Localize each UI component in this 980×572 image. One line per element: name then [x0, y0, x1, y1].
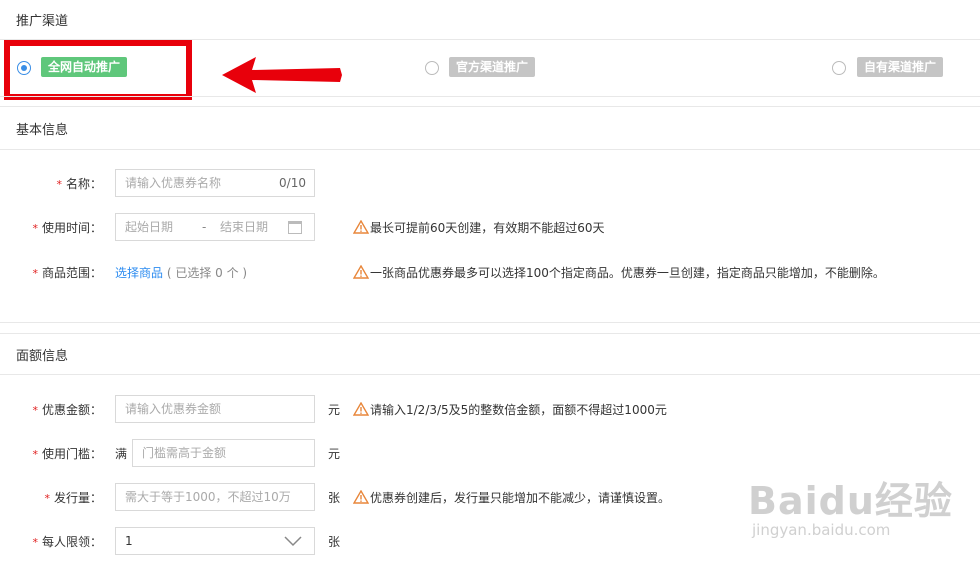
chevron-down-icon [284, 536, 302, 547]
divider [0, 374, 980, 375]
section-title-value: 面额信息 [16, 349, 69, 364]
name-label: * 名称： [56, 177, 102, 191]
threshold-prefix: 满 [115, 447, 128, 461]
time-hint: 最长可提前60天创建，有效期不能超过60天 [353, 219, 605, 236]
warning-icon [353, 490, 369, 504]
warning-icon [353, 402, 369, 416]
scope-label: * 商品范围： [32, 266, 102, 280]
section-title-basic: 基本信息 [16, 123, 69, 138]
name-input[interactable]: 请输入优惠券名称 0/10 [115, 169, 315, 197]
amount-hint: 请输入1/2/3/5及5的整数倍金额，面额不得超过1000元 [353, 401, 667, 418]
divider [0, 96, 980, 97]
baidu-watermark: Baidu经验 jingyan.baidu.com [748, 479, 953, 539]
highlight-box [4, 40, 192, 100]
tag-channel-own[interactable]: 自有渠道推广 [857, 57, 944, 77]
threshold-unit: 元 [328, 447, 341, 461]
calendar-icon[interactable] [288, 221, 302, 234]
divider [0, 322, 980, 323]
select-products-link[interactable]: 选择商品 [115, 266, 163, 280]
name-char-count: 0/10 [279, 176, 306, 190]
amount-unit: 元 [328, 403, 341, 417]
end-date[interactable]: 结束日期 [220, 214, 268, 240]
warning-icon [353, 220, 369, 234]
radio-channel-official[interactable] [425, 61, 439, 75]
scope-value: 选择商品 ( 已选择 0 个 ) [115, 264, 247, 281]
quantity-label: * 发行量： [44, 491, 102, 505]
scope-hint: 一张商品优惠券最多可以选择100个指定商品。优惠券一旦创建，指定商品只能增加，不… [353, 264, 885, 281]
start-date[interactable]: 起始日期 [125, 220, 173, 234]
divider [0, 333, 980, 334]
threshold-input[interactable]: 门槛需高于金额 [132, 439, 315, 467]
section-title-channel: 推广渠道 [16, 14, 69, 29]
limit-label: * 每人限领： [32, 535, 102, 549]
quantity-unit: 张 [328, 491, 341, 505]
selected-count: ( 已选择 0 个 ) [166, 266, 248, 280]
threshold-label: * 使用门槛： [32, 447, 102, 461]
limit-select[interactable]: 1 [115, 527, 315, 555]
section-gap [0, 106, 980, 108]
limit-unit: 张 [328, 535, 341, 549]
amount-input[interactable]: 请输入优惠券金额 [115, 395, 315, 423]
quantity-hint: 优惠券创建后，发行量只能增加不能减少，请谨慎设置。 [353, 489, 670, 506]
amount-label: * 优惠金额： [32, 403, 102, 417]
arrow-left-icon [222, 57, 342, 93]
warning-icon [353, 265, 369, 279]
date-range-input[interactable]: 起始日期 - 结束日期 [115, 213, 315, 241]
divider [0, 149, 980, 150]
tag-channel-official[interactable]: 官方渠道推广 [449, 57, 536, 77]
radio-channel-own[interactable] [832, 61, 846, 75]
quantity-input[interactable]: 需大于等于1000，不超过10万 [115, 483, 315, 511]
time-label: * 使用时间： [32, 221, 102, 235]
